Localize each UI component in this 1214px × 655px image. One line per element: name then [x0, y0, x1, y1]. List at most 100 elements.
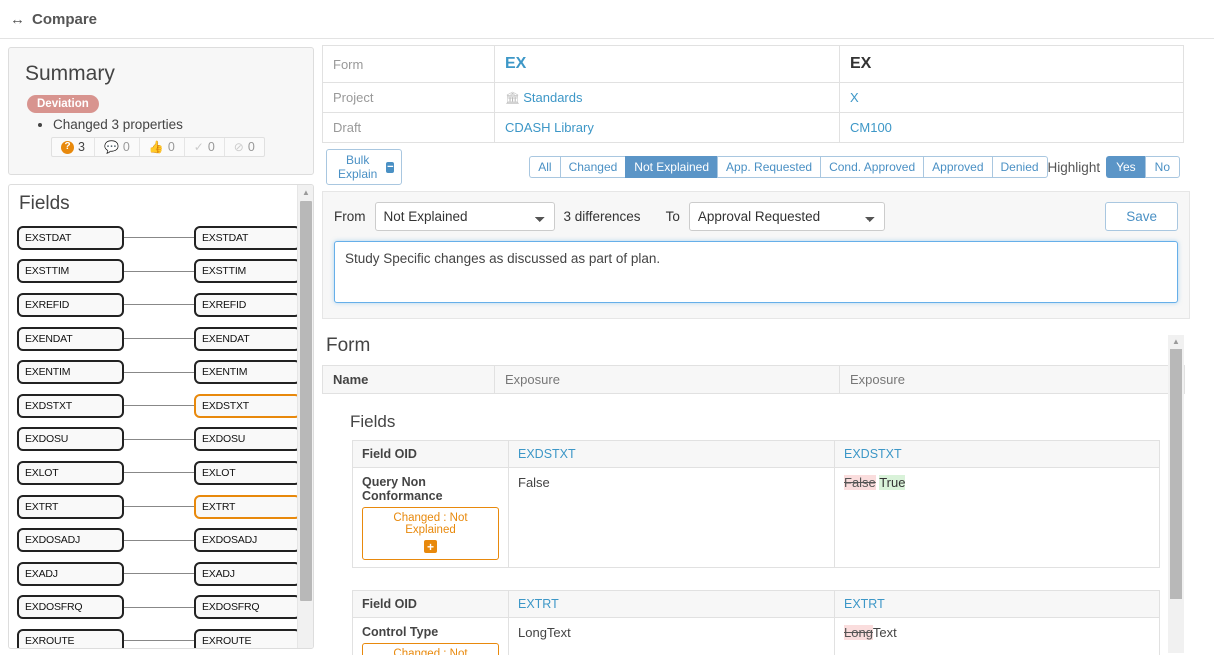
field-connector-line [124, 438, 194, 440]
fields-scrollbar[interactable]: ▲ [297, 185, 313, 648]
scrollbar-thumb[interactable] [300, 201, 312, 601]
filter-segment-all[interactable]: All [529, 156, 560, 178]
field-box-left[interactable]: EXDOSFRQ [17, 595, 124, 620]
save-button[interactable]: Save [1105, 202, 1178, 231]
top-bar: ↔ Compare [0, 0, 1214, 39]
value-b-deleted: Long [844, 624, 873, 640]
field-box-right[interactable]: EXADJ [194, 561, 301, 586]
fields-subheading: Fields [350, 412, 396, 431]
count-requested[interactable]: 👍 0 [140, 138, 185, 156]
field-box-left[interactable]: EXSTDAT [17, 225, 124, 250]
field-mapping-row: EXREFID EXREFID [17, 288, 313, 322]
field-box-right[interactable]: EXTRT [194, 494, 301, 519]
property-cell: Query Non Conformance Changed : Not Expla… [352, 467, 509, 568]
value-b-plain: Text [872, 624, 897, 640]
filter-segment-denied[interactable]: Denied [991, 156, 1048, 178]
count-value: 0 [247, 140, 255, 154]
count-comments[interactable]: 💬 0 [95, 138, 140, 156]
differences-count: 3 differences [563, 209, 641, 224]
arrows-left-right-icon: ↔ [10, 10, 25, 28]
field-mapping-row: EXSTDAT EXSTDAT [17, 221, 313, 255]
filter-segment-cond-approved[interactable]: Cond. Approved [820, 156, 924, 178]
field-box-left[interactable]: EXDOSU [17, 427, 124, 452]
filter-segment-app-requested[interactable]: App. Requested [717, 156, 821, 178]
highlight-toggle: Yes No [1106, 156, 1180, 178]
field-box-left[interactable]: EXREFID [17, 292, 124, 317]
table-row: Control Type Changed : Not Explained+ Long… [352, 616, 1160, 655]
value-b-deleted: False [844, 475, 876, 490]
field-box-left[interactable]: EXLOT [17, 460, 124, 485]
field-box-right[interactable]: EXDOSU [194, 427, 301, 452]
value-cell-a: LongText [508, 616, 835, 655]
scroll-up-icon[interactable]: ▲ [1168, 335, 1184, 348]
field-box-right[interactable]: EXDOSFRQ [194, 595, 301, 620]
field-box-left[interactable]: EXADJ [17, 561, 124, 586]
field-box-left[interactable]: EXROUTE [17, 628, 124, 648]
to-status-select[interactable]: Approval RequestedConditionally Approved… [688, 202, 885, 231]
plus-square-icon[interactable]: + [424, 540, 437, 553]
field-box-left[interactable]: EXSTTIM [17, 259, 124, 284]
field-box-right[interactable]: EXSTTIM [194, 259, 301, 284]
draft-link-b[interactable]: CM100 [850, 120, 892, 135]
field-oid-b[interactable]: EXDSTXT [834, 440, 1160, 468]
field-box-right[interactable]: EXENTIM [194, 360, 301, 385]
filter-segment-changed[interactable]: Changed [559, 156, 626, 178]
to-label: To [665, 209, 680, 224]
project-link-a[interactable]: Standards [523, 90, 582, 105]
field-diff-tables: Field OID EXDSTXT EXDSTXT Query Non Conform… [322, 440, 1190, 655]
highlight-yes-button[interactable]: Yes [1106, 156, 1145, 178]
summary-panel: Summary Deviation Changed 3 properties ?… [8, 47, 314, 175]
field-box-right[interactable]: EXREFID [194, 292, 301, 317]
field-box-right[interactable]: EXENDAT [194, 326, 301, 351]
compare-page: ↔ Compare Summary Deviation Changed 3 pr… [0, 0, 1214, 655]
table-row: Field OID EXDSTXT EXDSTXT [352, 440, 1160, 468]
field-oid-b[interactable]: EXTRT [834, 589, 1160, 618]
change-status-box[interactable]: Changed : Not Explained+ [362, 642, 499, 655]
info-value-project-b: X [839, 82, 1184, 113]
field-oid-header: Field OID [352, 440, 509, 468]
field-box-left[interactable]: EXTRT [17, 494, 124, 519]
bulk-explain-button[interactable]: Bulk Explain − [326, 149, 403, 185]
field-box-right[interactable]: EXDOSADJ [194, 528, 301, 553]
bank-icon: 🏛 [505, 91, 521, 105]
explanation-textarea[interactable] [334, 241, 1178, 303]
draft-link-a[interactable]: CDASH Library [505, 120, 594, 135]
field-oid-a[interactable]: EXTRT [508, 589, 835, 618]
field-box-left[interactable]: EXENDAT [17, 326, 124, 351]
info-value-form-b: EX [839, 45, 1184, 83]
count-approved[interactable]: ✓ 0 [185, 138, 225, 156]
value-a: False [518, 475, 550, 490]
count-denied[interactable]: ⊘ 0 [225, 138, 264, 156]
compare-info-table: Form EX EX Project 🏛 Standards X Draft C… [322, 45, 1184, 143]
count-value: 0 [167, 140, 175, 154]
change-status-label: Changed : Not Explained [393, 512, 468, 536]
value-cell-b: LongText [834, 616, 1160, 655]
filter-segment-approved[interactable]: Approved [923, 156, 992, 178]
change-status-box[interactable]: Changed : Not Explained + [362, 507, 499, 560]
form-name-table: Name Exposure Exposure [322, 365, 1185, 394]
field-box-right[interactable]: EXLOT [194, 460, 301, 485]
filter-bar: Bulk Explain − All Changed Not Explained Ap… [322, 143, 1184, 191]
field-box-right[interactable]: EXDSTXT [194, 393, 301, 418]
form-section-scrollbar[interactable]: ▲ [1168, 335, 1184, 653]
scrollbar-thumb[interactable] [1170, 349, 1182, 599]
form-name-a[interactable]: EX [505, 55, 526, 72]
highlight-no-button[interactable]: No [1144, 156, 1180, 178]
field-diff-table: Field OID EXDSTXT EXDSTXT Query Non Conform… [352, 440, 1160, 568]
field-box-right[interactable]: EXSTDAT [194, 225, 301, 250]
table-row: Form EX EX [322, 45, 1184, 83]
field-box-left[interactable]: EXDSTXT [17, 393, 124, 418]
count-not-explained[interactable]: ? 3 [52, 138, 95, 156]
field-box-left[interactable]: EXDOSADJ [17, 528, 124, 553]
bulk-explain-label: Bulk Explain [337, 153, 378, 181]
field-box-right[interactable]: EXROUTE [194, 628, 301, 648]
field-box-left[interactable]: EXENTIM [17, 360, 124, 385]
field-oid-a[interactable]: EXDSTXT [508, 440, 835, 468]
field-mapping-row: EXROUTE EXROUTE [17, 624, 313, 648]
field-connector-line [124, 304, 194, 306]
from-status-select[interactable]: Not ExplainedChangedApp. RequestedCond. … [374, 202, 555, 231]
filter-segment-not-explained[interactable]: Not Explained [625, 156, 718, 178]
project-link-b[interactable]: X [850, 90, 859, 105]
scroll-up-icon[interactable]: ▲ [298, 185, 313, 200]
field-mapping-row: EXDOSU EXDOSU [17, 423, 313, 457]
